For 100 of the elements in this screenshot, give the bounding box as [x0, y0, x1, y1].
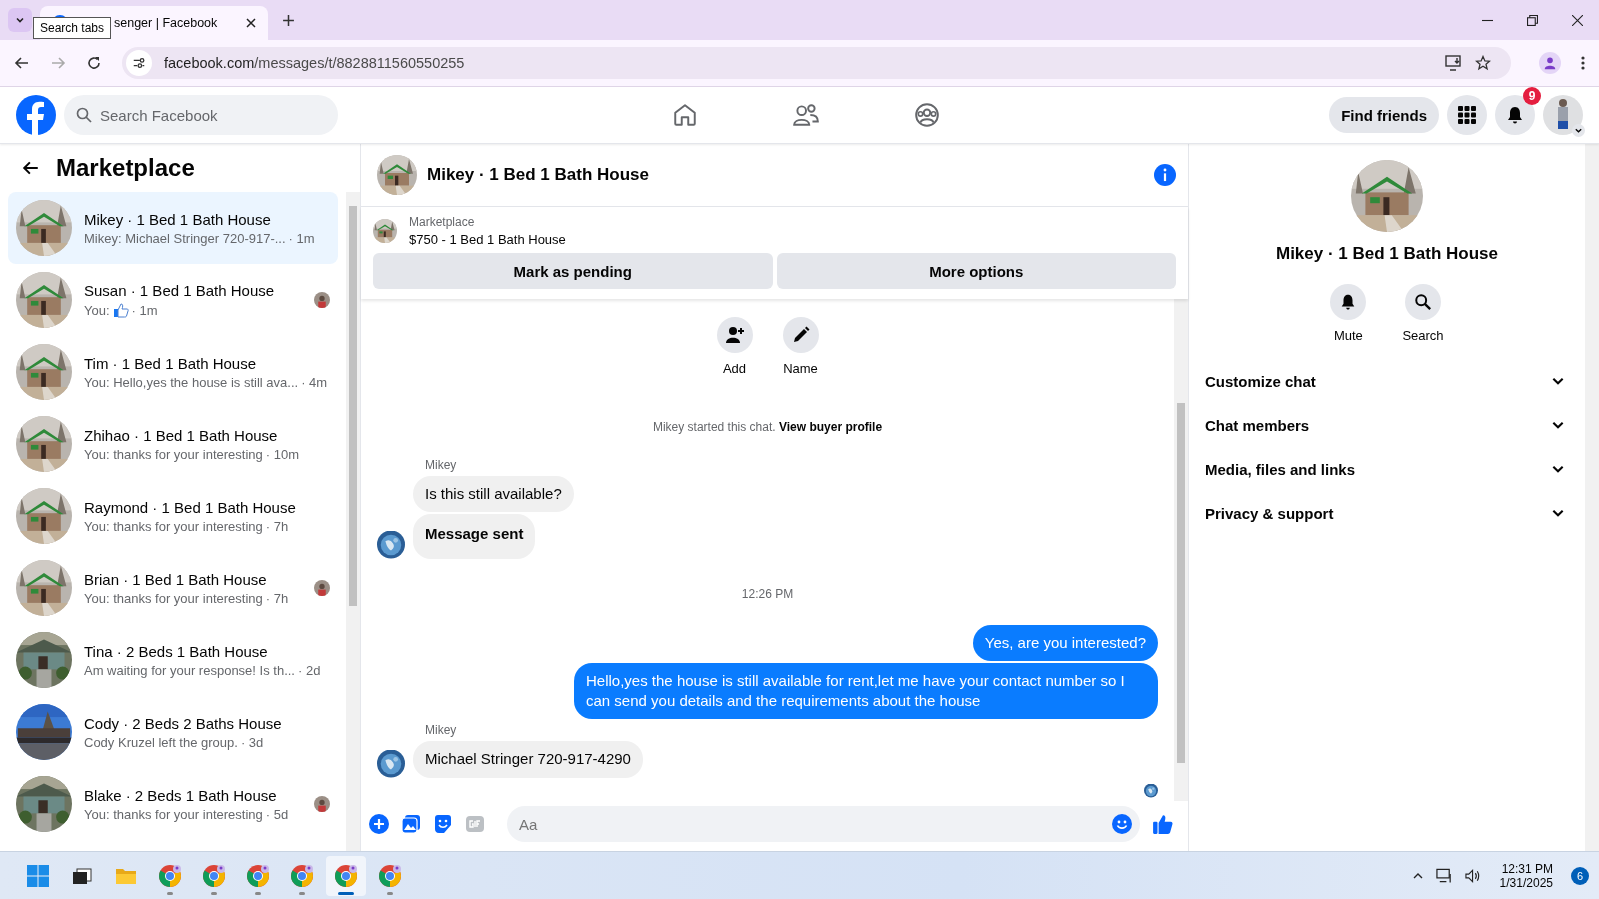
conversation-item[interactable]: Cody · 2 Beds 2 Baths House Cody Kruzel left the group. · 3d: [8, 696, 338, 768]
accordion-item[interactable]: Customize chat: [1205, 359, 1573, 403]
message-time: · 3d: [240, 734, 264, 750]
chrome-icon: [202, 863, 226, 888]
chrome-icon: [246, 863, 270, 888]
add-person-icon: [724, 325, 745, 345]
groups-icon[interactable]: [914, 102, 940, 128]
conversation-name: Blake · 2 Beds 1 Bath House: [84, 786, 278, 804]
listing-action-button[interactable]: Mark as pending: [373, 253, 773, 289]
url-text: facebook.com/messages/t/8828811560550255: [164, 55, 465, 71]
message-preview: You: thanks for your interesting: [84, 518, 263, 534]
site-info-icon[interactable]: [126, 50, 152, 76]
conversation-title: Mikey · 1 Bed 1 Bath House: [1276, 244, 1498, 264]
image-icon[interactable]: [401, 814, 421, 834]
buyer-profile-link[interactable]: View buyer profile: [778, 420, 883, 434]
plus-icon[interactable]: [369, 814, 389, 834]
chrome-icon: [290, 863, 314, 888]
menu-icon[interactable]: [1581, 55, 1585, 71]
section-label: Privacy & support: [1205, 504, 1334, 522]
message-time: · 1m: [131, 302, 158, 318]
outgoing-message: Hello,yes the house is still available for rent,let me have your contact number so I can send you details and the requirements about the house: [574, 662, 1158, 720]
scrollbar[interactable]: [346, 192, 360, 851]
incoming-message: Michael Stringer 720-917-4290: [413, 741, 643, 778]
listing-action-button[interactable]: More options: [776, 253, 1176, 289]
emoji-icon[interactable]: [1112, 814, 1132, 834]
listing-title[interactable]: $750 - 1 Bed 1 Bath House: [409, 232, 566, 247]
section-label: Customize chat: [1205, 372, 1316, 390]
address-bar[interactable]: facebook.com/messages/t/8828811560550255: [122, 47, 1511, 79]
section-label: Media, files and links: [1205, 460, 1356, 478]
conversation-name: Cody · 2 Beds 2 Baths House: [84, 714, 283, 732]
message-preview: You:: [84, 302, 110, 318]
conversation-item[interactable]: Blake · 2 Beds 1 Bath House You: thanks for your interesting · 5d: [8, 768, 338, 840]
conversation-name: Brian · 1 Bed 1 Bath House: [84, 570, 268, 588]
conversation-name: Tina · 2 Beds 1 Bath House: [84, 642, 269, 660]
back-icon[interactable]: [22, 159, 40, 177]
chat-notice: Mikey started this chat. View buyer profile: [651, 420, 884, 434]
conversation-item[interactable]: Tim · 1 Bed 1 Bath House You: Hello,yes the house is still ava... · 4m: [8, 336, 338, 408]
search-icon: [1414, 293, 1432, 311]
grid-icon: [1458, 106, 1476, 124]
message-time: · 10m: [265, 446, 299, 462]
chrome-icon: [378, 863, 402, 888]
conversation-name: Susan · 1 Bed 1 Bath House: [84, 282, 276, 299]
search-field[interactable]: Search Facebook: [64, 95, 338, 135]
message-preview: You: thanks for your interesting: [84, 590, 263, 606]
tab-search-button[interactable]: [8, 8, 32, 32]
accordion-item[interactable]: Chat members: [1205, 403, 1573, 447]
message-preview: Mikey: Michael Stringer 720-917-...: [84, 230, 286, 246]
close-icon[interactable]: [246, 18, 256, 28]
message-time: · 2d: [298, 662, 321, 678]
restore-icon[interactable]: [1527, 14, 1538, 26]
info-icon[interactable]: [1154, 164, 1176, 186]
incoming-message: Is this still available?: [413, 476, 574, 513]
section-label: Chat members: [1205, 416, 1310, 434]
notification-badge[interactable]: 6: [1571, 866, 1589, 885]
conversation-item[interactable]: Zhihao · 1 Bed 1 Bath House You: thanks for your interesting · 10m: [8, 408, 338, 480]
like-icon[interactable]: [1152, 813, 1174, 835]
scrollbar[interactable]: [1174, 299, 1188, 801]
chrome-icon: [158, 863, 182, 888]
sticker-icon[interactable]: [433, 814, 453, 834]
home-icon[interactable]: [672, 102, 698, 128]
install-icon[interactable]: [1445, 55, 1463, 71]
conversation-item[interactable]: Mikey · 1 Bed 1 Bath House Mikey: Michael Stringer 720-917-... · 1m: [8, 192, 338, 264]
star-icon[interactable]: [1475, 55, 1491, 71]
profile-icon[interactable]: [1539, 52, 1561, 74]
conversation-item[interactable]: Raymond · 1 Bed 1 Bath House You: thanks for your interesting · 7h: [8, 480, 338, 552]
accordion-item[interactable]: Media, files and links: [1205, 447, 1573, 491]
message-preview: You: Hello,yes the house is still ava...: [84, 374, 299, 390]
chrome-button[interactable]: [326, 855, 366, 896]
message-preview: You: thanks for your interesting: [84, 446, 263, 462]
conversation-item[interactable]: Tina · 2 Beds 1 Bath House Am waiting for your response! Is th... · 2d: [8, 624, 338, 696]
sidebar-title: Marketplace: [56, 154, 195, 182]
scrollbar[interactable]: [1585, 144, 1599, 851]
message-field[interactable]: Aa: [507, 806, 1140, 842]
message-time: · 1m: [288, 230, 315, 246]
message-time: · 4m: [301, 374, 328, 390]
network-icon[interactable]: [1435, 867, 1453, 884]
new-tab-icon[interactable]: [282, 13, 295, 27]
conversation-name: Raymond · 1 Bed 1 Bath House: [84, 498, 297, 516]
find-friends-button[interactable]: Find friends: [1329, 97, 1439, 133]
chevron-down-icon[interactable]: [1572, 124, 1585, 137]
conversation-name: Tim · 1 Bed 1 Bath House: [84, 354, 258, 372]
back-icon[interactable]: [14, 55, 30, 71]
close-icon[interactable]: [1572, 14, 1583, 26]
apps-menu-button[interactable]: [1447, 95, 1487, 135]
clock[interactable]: 12:31 PM 1/31/2025: [1499, 861, 1553, 890]
volume-icon[interactable]: [1464, 867, 1482, 884]
chat-title: Mikey · 1 Bed 1 Bath House: [427, 165, 649, 185]
listing-label: Marketplace: [409, 215, 476, 229]
account-avatar[interactable]: [1543, 95, 1583, 135]
facebook-logo[interactable]: [16, 95, 56, 135]
conversation-item[interactable]: Susan · 1 Bed 1 Bath House You: · 1m: [8, 264, 338, 336]
message-preview: You: thanks for your interesting: [84, 806, 263, 822]
message-time: · 7h: [265, 518, 289, 534]
reload-icon[interactable]: [86, 55, 102, 71]
outgoing-message: Yes, are you interested?: [972, 624, 1158, 661]
conversation-name: Zhihao · 1 Bed 1 Bath House: [84, 426, 279, 444]
conversation-item[interactable]: Brian · 1 Bed 1 Bath House You: thanks for your interesting · 7h: [8, 552, 338, 624]
accordion-item[interactable]: Privacy & support: [1205, 491, 1573, 535]
task-view-icon: [72, 865, 92, 886]
friends-icon[interactable]: [792, 102, 820, 128]
